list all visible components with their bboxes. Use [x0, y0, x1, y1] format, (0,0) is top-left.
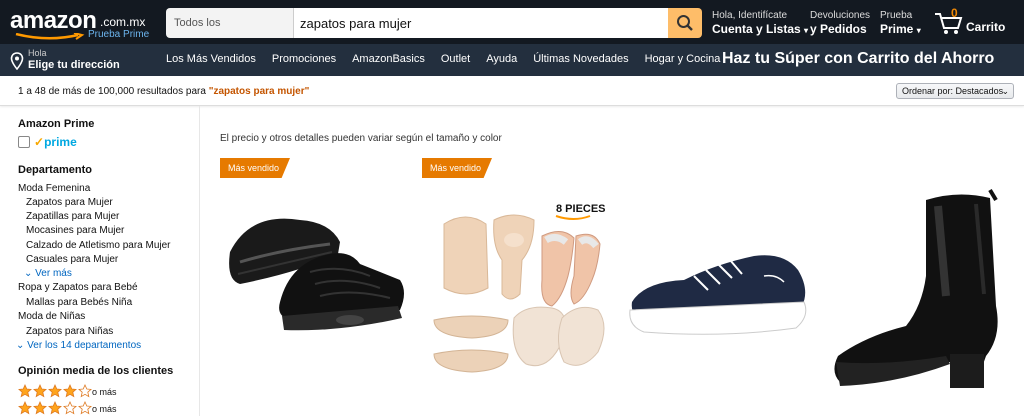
location-pin-icon	[10, 52, 24, 70]
rating-heading: Opinión media de los clientes	[18, 365, 174, 377]
nav-link-outlet[interactable]: Outlet	[441, 53, 470, 65]
dept-item[interactable]: Zapatos para Mujer	[26, 197, 113, 208]
rating-suffix[interactable]: o más	[92, 404, 117, 414]
see-all-departments-link[interactable]: ⌄ Ver los 14 departamentos	[16, 340, 141, 351]
nav-link-amazonbasics[interactable]: AmazonBasics	[352, 53, 425, 65]
logo-prime-trial: Prueba Prime	[88, 29, 150, 40]
rating-filter-3[interactable]	[18, 401, 93, 415]
search-icon	[677, 15, 693, 31]
account-lists-menu[interactable]: Hola, Identifícate Cuenta y Listas ▾	[712, 10, 808, 38]
see-more-link[interactable]: ⌄ Ver más	[24, 268, 72, 279]
results-count: 1 a 48 de más de 100,000 resultados para	[18, 86, 206, 97]
star-filled-icon	[48, 401, 62, 415]
price-disclaimer: El precio y otros detalles pueden variar…	[220, 133, 502, 144]
nav-link-home-kitchen[interactable]: Hogar y Cocina	[645, 53, 721, 65]
star-empty-icon	[63, 401, 77, 415]
results-query: "zapatos para mujer"	[208, 86, 310, 97]
dept-item[interactable]: Mallas para Bebés Niña	[26, 297, 132, 308]
top-navigation-bar: amazon .com.mx Prueba Prime Todos los de…	[0, 0, 1024, 44]
chevron-down-icon: ⌄	[16, 340, 28, 351]
orders-label: y Pedidos	[810, 22, 867, 36]
account-greeting: Hola, Identifícate	[712, 10, 788, 21]
dept-item[interactable]: Moda Femenina	[18, 183, 90, 194]
promo-banner-text[interactable]: Haz tu Súper con Carrito del Ahorro	[722, 50, 994, 68]
prime-logo-text: prime	[44, 135, 77, 149]
dept-item[interactable]: Mocasines para Mujer	[26, 225, 124, 236]
smile-arrow-icon	[15, 33, 85, 40]
star-empty-icon	[78, 384, 92, 398]
chevron-down-icon: ⌄	[24, 268, 36, 279]
logo-tld: .com.mx	[100, 15, 146, 29]
star-filled-icon	[18, 384, 32, 398]
prime-logo[interactable]: ✓prime	[34, 135, 77, 149]
prime-menu[interactable]: Prueba Prime ▾	[880, 10, 921, 38]
dept-item[interactable]: Zapatos para Niñas	[26, 326, 113, 337]
nav-link-best-sellers[interactable]: Los Más Vendidos	[166, 53, 256, 65]
results-count-text: 1 a 48 de más de 100,000 resultados para…	[18, 86, 309, 97]
nav-link-new-releases[interactable]: Últimas Novedades	[533, 53, 628, 65]
prime-try-label: Prueba	[880, 10, 913, 21]
prime-checkbox[interactable]	[18, 136, 30, 148]
filter-sidebar: Amazon Prime ✓prime Departamento Moda Fe…	[0, 106, 200, 416]
department-heading: Departamento	[18, 164, 92, 176]
see-all-departments-label: Ver los 14 departamentos	[27, 340, 142, 351]
sort-dropdown[interactable]: Ordenar por: Destacados ⌄	[896, 83, 1014, 99]
star-filled-icon	[33, 401, 47, 415]
rating-suffix[interactable]: o más	[92, 387, 117, 397]
dept-item[interactable]: Ropa y Zapatos para Bebé	[18, 282, 138, 293]
returns-label: Devoluciones	[810, 10, 871, 21]
dept-item[interactable]: Zapatillas para Mujer	[26, 211, 119, 222]
product-image-navy-sneaker[interactable]	[624, 246, 814, 346]
cart-icon	[935, 13, 963, 34]
cart-button[interactable]: 0 Carrito	[934, 6, 1020, 36]
secondary-navigation-bar: Hola Elige tu dirección Los Más Vendidos…	[0, 44, 1024, 76]
star-filled-icon	[63, 384, 77, 398]
star-filled-icon	[33, 384, 47, 398]
results-info-bar: 1 a 48 de más de 100,000 resultados para…	[0, 76, 1024, 106]
sort-label: Ordenar por:	[902, 86, 954, 96]
dept-item[interactable]: Calzado de Atletismo para Mujer	[26, 240, 171, 251]
product-image-black-boot[interactable]	[826, 186, 1016, 416]
search-bar: Todos los departamentos▼	[166, 8, 702, 38]
best-seller-badge: Más vendido	[220, 158, 290, 178]
prime-filter-heading: Amazon Prime	[18, 118, 95, 130]
account-lists-label: Cuenta y Listas	[712, 22, 801, 36]
nav-link-deals[interactable]: Promociones	[272, 53, 336, 65]
pieces-label: 8 PIECES	[556, 203, 606, 215]
search-button[interactable]	[668, 8, 702, 38]
address-prompt: Elige tu dirección	[28, 59, 120, 71]
cart-label: Carrito	[966, 20, 1006, 34]
star-empty-icon	[78, 401, 92, 415]
nav-link-help[interactable]: Ayuda	[486, 53, 517, 65]
chevron-down-icon: ⌄	[1001, 86, 1009, 96]
product-image-heel-pads[interactable]: 8 PIECES	[422, 196, 612, 388]
prime-check-icon: ✓	[34, 135, 45, 149]
sort-value: Destacados	[955, 86, 1004, 96]
search-department-select[interactable]: Todos los departamentos▼	[166, 8, 294, 38]
caret-down-icon: ▾	[804, 26, 809, 35]
search-input[interactable]	[294, 8, 668, 38]
cart-count: 0	[951, 6, 958, 20]
returns-orders-link[interactable]: Devoluciones y Pedidos	[810, 10, 870, 36]
star-filled-icon	[48, 384, 62, 398]
prime-label: Prime	[880, 22, 914, 36]
category-links: Los Más Vendidos Promociones AmazonBasic…	[166, 53, 736, 65]
dept-item[interactable]: Casuales para Mujer	[26, 254, 118, 265]
search-department-label: Todos los departamentos	[174, 17, 221, 29]
see-more-label: Ver más	[35, 268, 72, 279]
results-grid: El precio y otros detalles pueden variar…	[200, 106, 1024, 416]
amazon-logo[interactable]: amazon .com.mx Prueba Prime	[10, 5, 160, 40]
dept-item[interactable]: Moda de Niñas	[18, 311, 85, 322]
product-image-black-sneakers[interactable]	[220, 192, 410, 342]
caret-down-icon: ▾	[916, 26, 921, 35]
star-filled-icon	[18, 401, 32, 415]
address-greeting: Hola	[28, 48, 47, 58]
rating-filter-4[interactable]	[18, 384, 93, 398]
logo-text: amazon	[10, 7, 97, 34]
best-seller-badge: Más vendido	[422, 158, 492, 178]
